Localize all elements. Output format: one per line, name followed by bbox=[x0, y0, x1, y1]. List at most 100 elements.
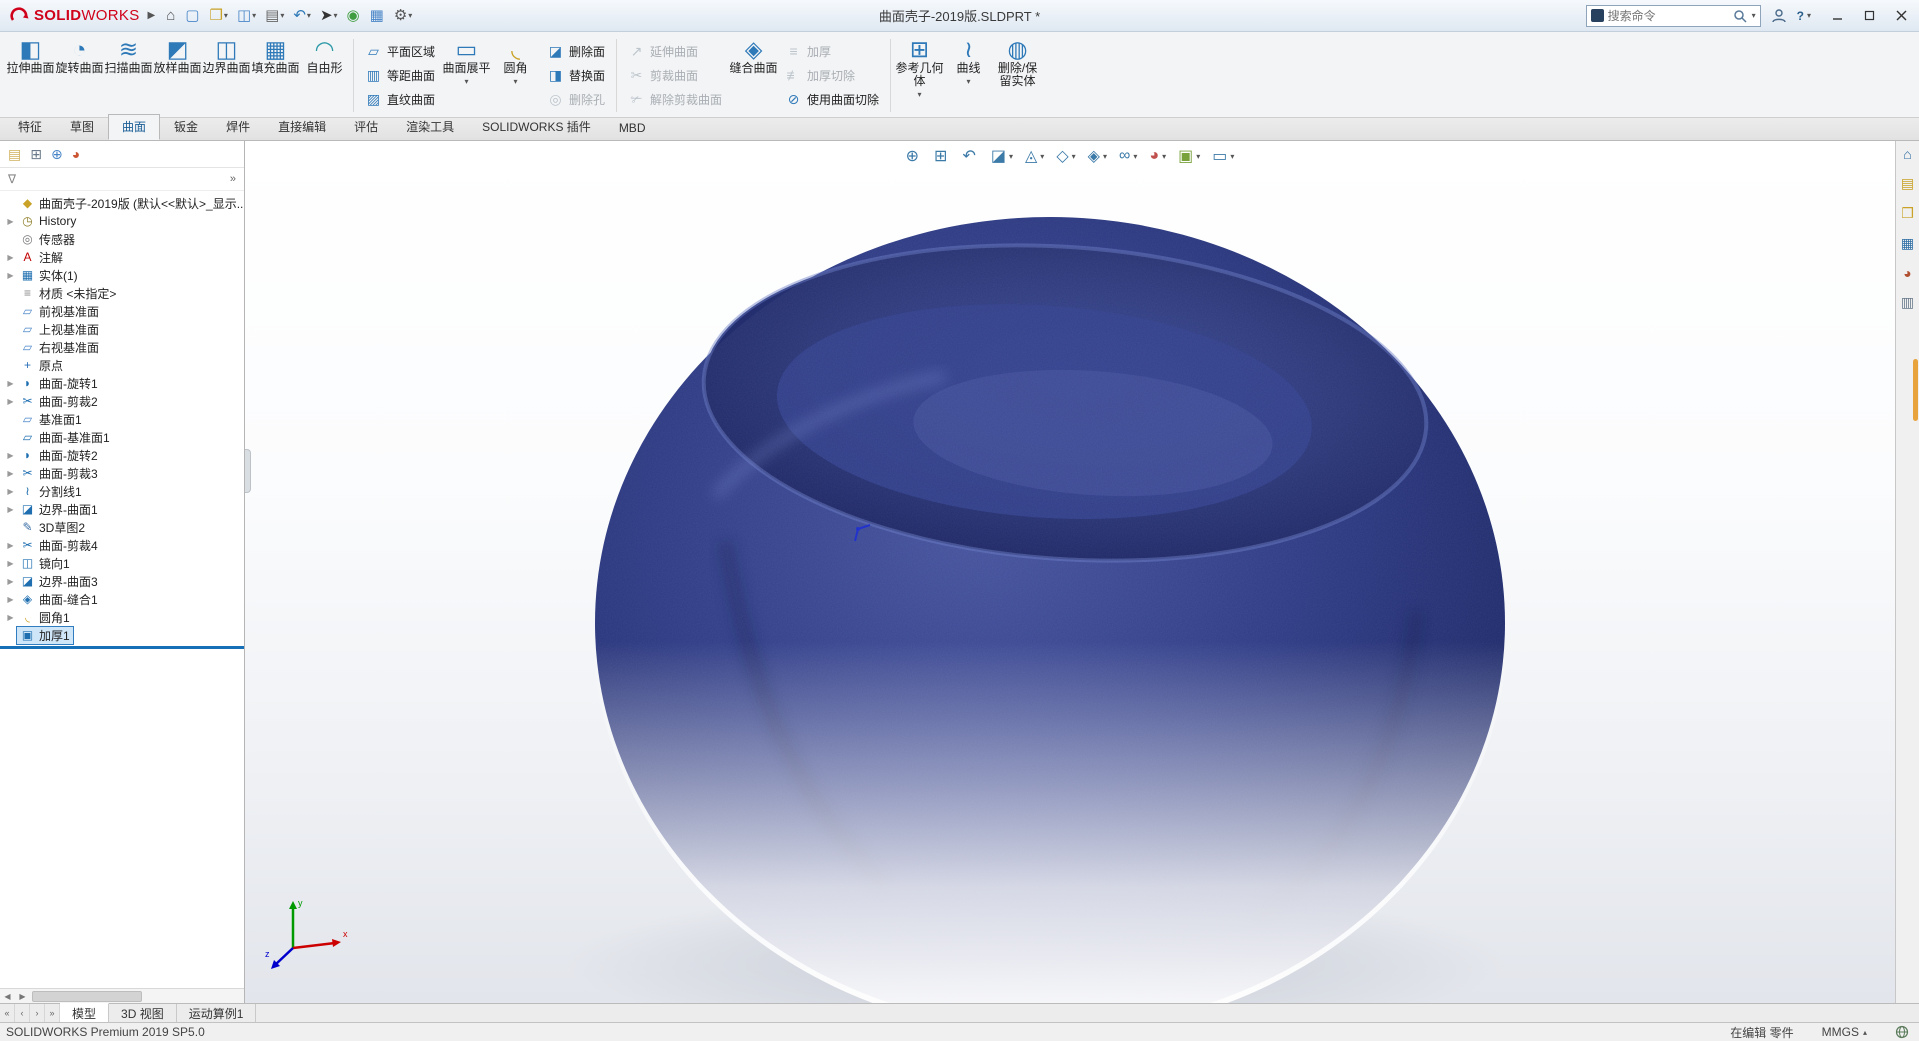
expand-arrow-icon[interactable]: ▶ bbox=[4, 559, 17, 568]
print-icon[interactable]: ▤ ▾ bbox=[262, 6, 287, 26]
annotation-views-icon[interactable]: ◬ ▾ bbox=[1025, 146, 1044, 166]
previous-view-icon[interactable]: ↶ bbox=[962, 146, 978, 166]
view-settings-icon[interactable]: ▭ ▾ bbox=[1212, 146, 1234, 166]
scroll-right-icon[interactable]: ▶ bbox=[15, 992, 30, 1001]
ribbon-small-button[interactable]: ◪ 删除面 bbox=[540, 39, 612, 63]
expand-arrow-icon[interactable]: ▶ bbox=[4, 577, 17, 586]
filter-icon[interactable]: ∇ bbox=[8, 172, 16, 186]
tree-item[interactable]: ▶ ◟ 圆角1 bbox=[0, 608, 244, 626]
menu-expand-icon[interactable]: ▶ bbox=[148, 10, 156, 21]
model-3d-ball-chair[interactable] bbox=[245, 141, 1895, 1003]
tree-item[interactable]: ▶ ✂ 曲面-剪裁4 bbox=[0, 536, 244, 554]
ribbon-small-button[interactable]: ≢ 加厚切除 bbox=[778, 63, 886, 87]
expand-arrow-icon[interactable]: ▶ bbox=[4, 217, 17, 226]
tree-item[interactable]: ▶ ◪ 边界-曲面3 bbox=[0, 572, 244, 590]
expand-arrow-icon[interactable]: ▶ bbox=[4, 541, 17, 550]
user-account-icon[interactable] bbox=[1771, 8, 1787, 24]
ribbon-small-button[interactable]: ✃ 解除剪裁曲面 bbox=[621, 87, 729, 111]
maximize-button[interactable] bbox=[1853, 0, 1885, 32]
expand-arrow-icon[interactable]: ▶ bbox=[4, 613, 17, 622]
home-icon[interactable]: ⌂ bbox=[163, 6, 179, 26]
displaymanager-tab-icon[interactable]: ◕ bbox=[72, 146, 80, 162]
ribbon-large-button[interactable]: ▦ 填充曲面 bbox=[251, 34, 300, 117]
search-dropdown-icon[interactable]: ▾ bbox=[1752, 11, 1756, 20]
search-scope-icon[interactable] bbox=[1590, 9, 1604, 22]
new-document-icon[interactable]: ▢ bbox=[182, 6, 203, 26]
unit-system-selector[interactable]: MMGS ▴ bbox=[1822, 1025, 1867, 1039]
configurationmanager-tab-icon[interactable]: ⊕ bbox=[51, 146, 63, 163]
tree-item[interactable]: ✎ 3D草图2 bbox=[0, 518, 244, 536]
ribbon-tab[interactable]: SOLIDWORKS 插件 bbox=[468, 114, 605, 140]
ribbon-small-button[interactable]: ◎ 删除孔 bbox=[540, 87, 612, 111]
prev-tab-icon[interactable]: ‹ bbox=[15, 1004, 30, 1022]
featuremanager-tab-icon[interactable]: ▤ bbox=[8, 146, 21, 163]
display-style-icon[interactable]: ◈ ▾ bbox=[1088, 146, 1107, 166]
last-tab-icon[interactable]: » bbox=[45, 1004, 60, 1022]
tree-item[interactable]: ▱ 前视基准面 bbox=[0, 302, 244, 320]
command-search[interactable]: ▾ bbox=[1585, 4, 1761, 27]
apply-scene-icon[interactable]: ▣ ▾ bbox=[1178, 146, 1200, 166]
tree-item[interactable]: ▶ A 注解 bbox=[0, 248, 244, 266]
tree-item[interactable]: ▱ 右视基准面 bbox=[0, 338, 244, 356]
ribbon-large-button[interactable]: ⊞ 参考几何体 ▾ bbox=[895, 34, 944, 117]
ribbon-small-button[interactable]: ◨ 替换面 bbox=[540, 63, 612, 87]
ribbon-large-button[interactable]: ◠ 自由形 bbox=[300, 34, 349, 117]
expand-arrow-icon[interactable]: ▶ bbox=[4, 451, 17, 460]
ribbon-tab[interactable]: 钣金 bbox=[160, 114, 212, 140]
search-input[interactable] bbox=[1607, 8, 1729, 23]
ribbon-tab[interactable]: 直接编辑 bbox=[264, 114, 340, 140]
rollback-bar[interactable] bbox=[0, 646, 244, 649]
ribbon-large-button[interactable]: ≋ 扫描曲面 bbox=[104, 34, 153, 117]
ribbon-tab[interactable]: MBD bbox=[605, 117, 660, 140]
custom-properties-icon[interactable]: ▥ bbox=[1901, 294, 1914, 311]
graphics-area[interactable]: ⊕ ⊞ ↶ ◪ ▾ ◬ ▾ ◇ ▾ ◈ ▾ ∞ ▾ ◕ ▾ ▣ ▾ ▭ ▾ x … bbox=[245, 141, 1895, 1003]
model-tab[interactable]: 运动算例1 bbox=[177, 1004, 257, 1022]
expand-arrow-icon[interactable]: ▶ bbox=[4, 397, 17, 406]
tree-item[interactable]: ▱ 曲面-基准面1 bbox=[0, 428, 244, 446]
ribbon-large-button[interactable]: ◧ 拉伸曲面 bbox=[6, 34, 55, 117]
ribbon-small-button[interactable]: ✂ 剪裁曲面 bbox=[621, 63, 729, 87]
tree-item[interactable]: ▶ ◗ 曲面-旋转2 bbox=[0, 446, 244, 464]
ribbon-tab[interactable]: 特征 bbox=[4, 114, 56, 140]
propertymanager-tab-icon[interactable]: ⊞ bbox=[30, 146, 42, 163]
ribbon-large-button[interactable]: ◟ 圆角 ▾ bbox=[491, 34, 540, 117]
tree-item[interactable]: ▶ ◫ 镜向1 bbox=[0, 554, 244, 572]
expand-arrow-icon[interactable]: ▶ bbox=[4, 469, 17, 478]
ribbon-tab[interactable]: 曲面 bbox=[108, 114, 161, 140]
expand-arrow-icon[interactable]: ▶ bbox=[4, 253, 17, 262]
tree-item[interactable]: ◆ 曲面壳子-2019版 (默认<<默认>_显示... bbox=[0, 194, 244, 212]
ribbon-small-button[interactable]: ↗ 延伸曲面 bbox=[621, 39, 729, 63]
expand-arrow-icon[interactable]: ▶ bbox=[4, 505, 17, 514]
expand-arrow-icon[interactable]: ▶ bbox=[4, 379, 17, 388]
panel-flyout-icon[interactable]: » bbox=[230, 173, 236, 185]
ribbon-tab[interactable]: 焊件 bbox=[212, 114, 264, 140]
ribbon-tab[interactable]: 草图 bbox=[56, 114, 108, 140]
tree-item[interactable]: ▶ ✂ 曲面-剪裁2 bbox=[0, 392, 244, 410]
close-button[interactable] bbox=[1885, 0, 1917, 32]
first-tab-icon[interactable]: « bbox=[0, 1004, 15, 1022]
tree-item[interactable]: ▶ ≀ 分割线1 bbox=[0, 482, 244, 500]
appearances-scenes-icon[interactable]: ◕ bbox=[1903, 265, 1911, 281]
view-palette-icon[interactable]: ▦ bbox=[1901, 235, 1914, 252]
ribbon-tab[interactable]: 渲染工具 bbox=[392, 114, 468, 140]
expand-arrow-icon[interactable]: ▶ bbox=[4, 487, 17, 496]
save-icon[interactable]: ◫ ▾ bbox=[234, 6, 259, 26]
ribbon-large-button[interactable]: ≀ 曲线 ▾ bbox=[944, 34, 993, 117]
tree-item[interactable]: ▶ ◈ 曲面-缝合1 bbox=[0, 590, 244, 608]
ribbon-large-button[interactable]: ◍ 删除/保留实体 bbox=[993, 34, 1042, 117]
ribbon-large-button[interactable]: ▭ 曲面展平 ▾ bbox=[442, 34, 491, 117]
task-home-icon[interactable]: ⌂ bbox=[1903, 146, 1911, 162]
file-explorer-icon[interactable]: ❒ bbox=[1901, 205, 1914, 222]
tree-item[interactable]: ◎ 传感器 bbox=[0, 230, 244, 248]
expand-arrow-icon[interactable]: ▶ bbox=[4, 595, 17, 604]
model-tab[interactable]: 模型 bbox=[60, 1003, 110, 1022]
ribbon-small-button[interactable]: ▨ 直纹曲面 bbox=[358, 87, 442, 111]
ribbon-large-button[interactable]: ◩ 放样曲面 bbox=[153, 34, 202, 117]
tree-item[interactable]: ▣ 加厚1 bbox=[0, 625, 244, 645]
view-orientation-icon[interactable]: ◇ ▾ bbox=[1056, 146, 1075, 166]
rebuild-icon[interactable]: ◉ bbox=[344, 6, 364, 26]
expand-arrow-icon[interactable]: ▶ bbox=[4, 271, 17, 280]
tree-item[interactable]: + 原点 bbox=[0, 356, 244, 374]
tree-item[interactable]: ▱ 基准面1 bbox=[0, 410, 244, 428]
ribbon-large-button[interactable]: ◫ 边界曲面 bbox=[202, 34, 251, 117]
